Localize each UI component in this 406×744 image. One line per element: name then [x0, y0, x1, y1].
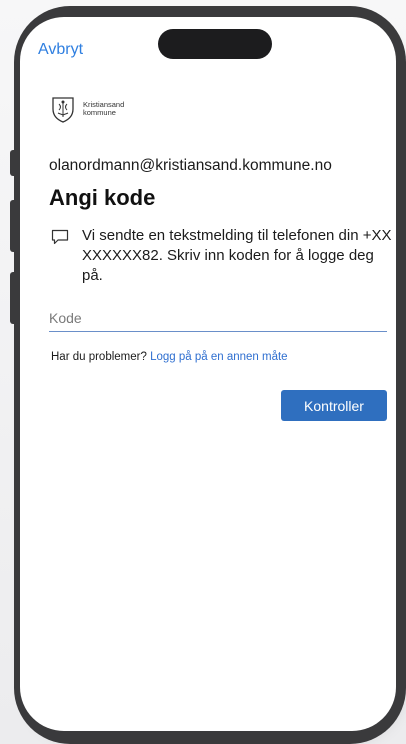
account-email: olanordmann@kristiansand.kommune.no — [49, 157, 332, 174]
message-icon — [51, 229, 69, 245]
alternate-sign-in-link[interactable]: Logg på på en annen måte — [150, 351, 287, 363]
kristiansand-crest-icon — [52, 97, 74, 123]
organization-name-line2: kommune — [83, 108, 116, 117]
page-title: Angi kode — [49, 185, 156, 210]
verify-button[interactable]: Kontroller — [281, 390, 387, 421]
organization-logo: Kristiansand kommune — [49, 95, 124, 123]
dynamic-island — [158, 29, 272, 59]
code-input[interactable] — [49, 305, 387, 332]
help-text: Har du problemer? Logg på på en annen må… — [51, 351, 288, 363]
cancel-button[interactable]: Avbryt — [38, 41, 83, 59]
help-question: Har du problemer? — [51, 351, 147, 363]
organization-name: Kristiansand kommune — [83, 100, 124, 118]
sms-message-text: Vi sendte en tekstmelding til telefonen … — [82, 227, 392, 284]
phone-screen: Avbryt Kristiansand kommune olanordmann@… — [20, 17, 396, 731]
